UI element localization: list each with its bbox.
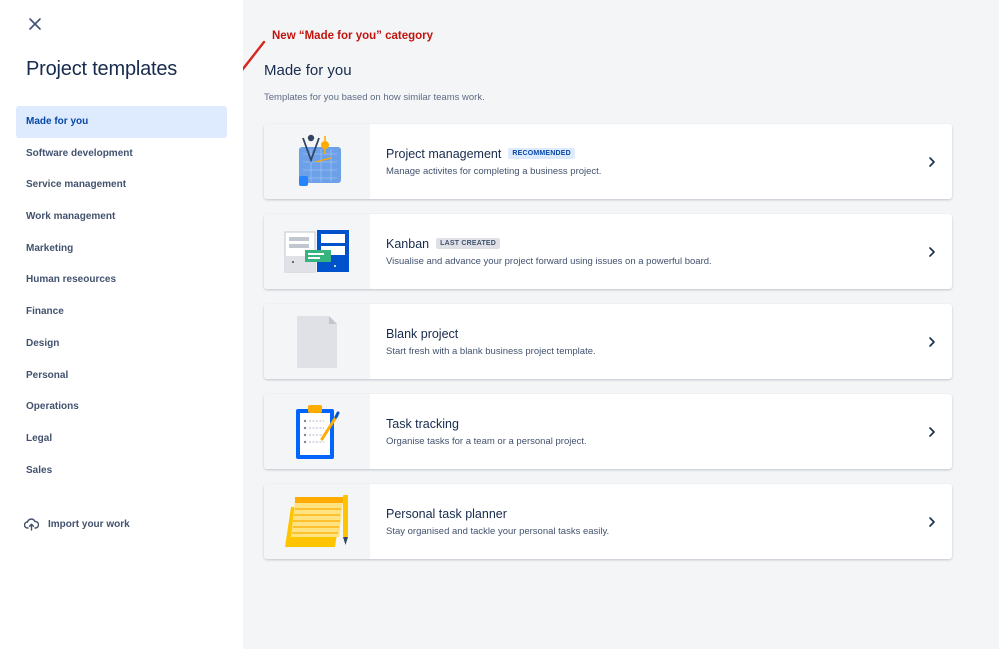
card-body: Task tracking Organise tasks for a team … [370, 417, 912, 447]
category-human-resources[interactable]: Human reseources [16, 264, 227, 296]
card-body: Personal task planner Stay organised and… [370, 507, 912, 537]
close-icon [29, 18, 41, 30]
category-service-management[interactable]: Service management [16, 169, 227, 201]
card-thumbnail [264, 304, 370, 379]
chevron-right-icon [929, 246, 935, 257]
chevron-right-icon [929, 426, 935, 437]
card-title: Blank project [386, 326, 459, 341]
sidebar: Project templates Made for you Software … [0, 0, 243, 649]
section-subheading: Templates for you based on how similar t… [264, 92, 485, 103]
card-thumbnail [264, 124, 370, 199]
category-personal[interactable]: Personal [16, 360, 227, 392]
import-work-label: Import your work [48, 519, 130, 530]
template-card-task-tracking[interactable]: Task tracking Organise tasks for a team … [264, 394, 952, 469]
close-button[interactable] [25, 14, 45, 34]
card-description: Organise tasks for a team or a personal … [386, 435, 587, 447]
section-heading: Made for you [264, 62, 352, 79]
blank-page-illustration-icon [297, 315, 337, 368]
chevron-right-icon [929, 516, 935, 527]
category-design[interactable]: Design [16, 328, 227, 360]
card-body: Blank project Start fresh with a blank b… [370, 327, 912, 357]
clipboard-illustration-icon [296, 404, 340, 459]
category-software-development[interactable]: Software development [16, 138, 227, 170]
template-list: Project management RECOMMENDED Manage ac… [264, 124, 952, 574]
chevron-right-icon [929, 336, 935, 347]
page-title: Project templates [26, 58, 178, 80]
category-marketing[interactable]: Marketing [16, 233, 227, 265]
card-thumbnail [264, 394, 370, 469]
card-title: Project management [386, 146, 502, 161]
last-created-badge: LAST CREATED [436, 238, 501, 249]
import-work-button[interactable]: Import your work [24, 518, 130, 531]
category-work-management[interactable]: Work management [16, 201, 227, 233]
notepad-illustration-icon [285, 494, 348, 547]
template-card-blank-project[interactable]: Blank project Start fresh with a blank b… [264, 304, 952, 379]
card-body: Kanban LAST CREATED Visualise and advanc… [370, 237, 912, 267]
annotation-callout: New “Made for you” category [272, 30, 434, 42]
category-made-for-you[interactable]: Made for you [16, 106, 227, 138]
recommended-badge: RECOMMENDED [508, 148, 575, 159]
category-list: Made for you Software development Servic… [16, 106, 227, 486]
category-finance[interactable]: Finance [16, 296, 227, 328]
cloud-upload-icon [24, 518, 39, 531]
kanban-illustration-icon [284, 229, 349, 272]
card-description: Start fresh with a blank business projec… [386, 345, 596, 357]
category-sales[interactable]: Sales [16, 455, 227, 487]
card-thumbnail [264, 214, 370, 289]
card-body: Project management RECOMMENDED Manage ac… [370, 147, 912, 177]
template-card-kanban[interactable]: Kanban LAST CREATED Visualise and advanc… [264, 214, 952, 289]
card-title: Personal task planner [386, 506, 507, 521]
template-card-personal-task-planner[interactable]: Personal task planner Stay organised and… [264, 484, 952, 559]
card-description: Visualise and advance your project forwa… [386, 255, 712, 267]
card-description: Manage activites for completing a busine… [386, 165, 602, 177]
card-title: Task tracking [386, 416, 459, 431]
project-management-illustration-icon [299, 134, 341, 186]
card-description: Stay organised and tackle your personal … [386, 525, 610, 537]
main-content: New “Made for you” category Made for you… [243, 0, 999, 649]
category-operations[interactable]: Operations [16, 391, 227, 423]
card-title: Kanban [386, 236, 430, 251]
category-legal[interactable]: Legal [16, 423, 227, 455]
chevron-right-icon [929, 156, 935, 167]
template-card-project-management[interactable]: Project management RECOMMENDED Manage ac… [264, 124, 952, 199]
card-thumbnail [264, 484, 370, 559]
